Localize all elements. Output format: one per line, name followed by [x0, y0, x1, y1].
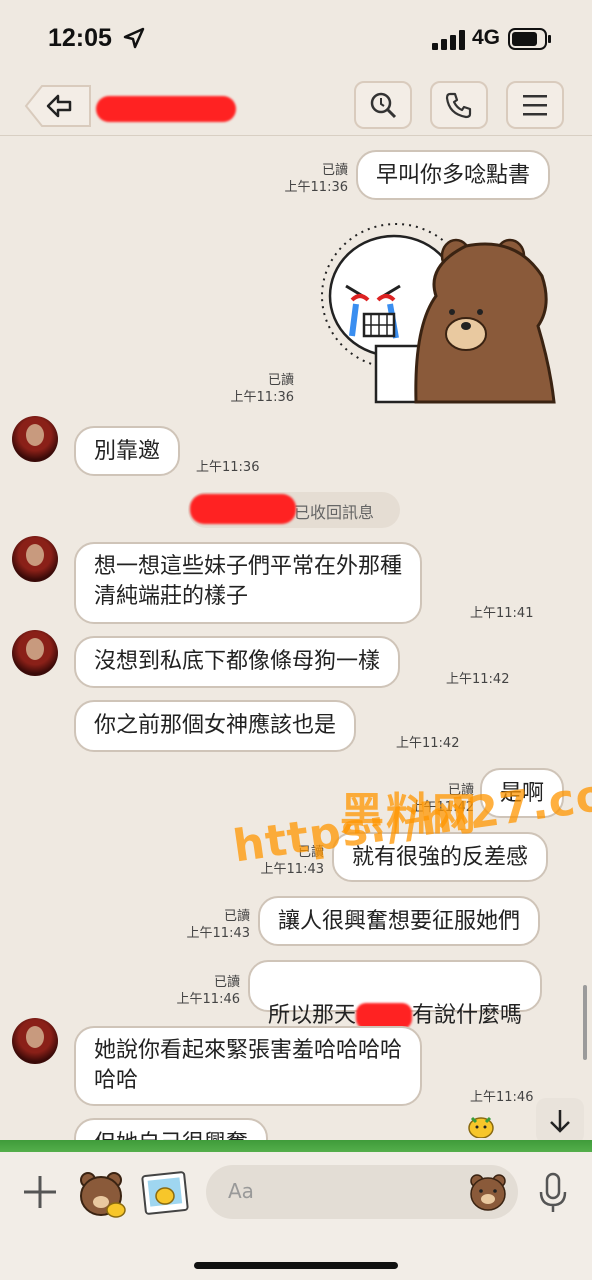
- incoming-message-bubble[interactable]: 你之前那個女神應該也是: [74, 700, 357, 752]
- avatar[interactable]: [12, 1018, 58, 1064]
- emoji-icon[interactable]: [468, 1172, 508, 1212]
- status-bar: 12:05 4G: [0, 0, 592, 76]
- read-receipt: 已讀: [223, 909, 250, 924]
- scrollbar[interactable]: [583, 985, 587, 1060]
- message-meta: 已讀 上午11:43: [172, 908, 250, 942]
- search-icon: [370, 92, 397, 119]
- home-indicator: [194, 1262, 398, 1269]
- outgoing-message-bubble[interactable]: 讓人很興奮想要征服她們: [258, 896, 541, 946]
- scroll-to-bottom-button[interactable]: [536, 1098, 584, 1144]
- back-arrow-icon[interactable]: [24, 82, 94, 130]
- signal-icon: [432, 30, 465, 50]
- incoming-message-bubble[interactable]: 別靠邀: [74, 426, 181, 476]
- avatar[interactable]: [12, 416, 58, 462]
- outgoing-message-bubble[interactable]: 所以那天 有說什麼嗎: [248, 960, 543, 1029]
- incoming-message-bubble[interactable]: 她說你看起來緊張害羞哈哈哈哈 哈哈: [74, 1026, 423, 1106]
- message-text-part: 有說什麼嗎: [412, 1003, 523, 1028]
- redacted-contact-name: [96, 96, 236, 122]
- avatar[interactable]: [12, 536, 58, 582]
- message-time: 上午11:36: [196, 460, 260, 475]
- message-text-part: 所以那天: [268, 1003, 357, 1028]
- message-time: 上午11:36: [230, 390, 294, 405]
- outgoing-message-bubble[interactable]: 早叫你多唸點書: [356, 150, 551, 200]
- message-time: 上午11:36: [284, 180, 348, 195]
- message-time: 上午11:46: [176, 992, 240, 1007]
- call-button[interactable]: [430, 81, 488, 129]
- incoming-message-bubble[interactable]: 沒想到私底下都像條母狗一樣: [74, 636, 401, 688]
- sticker-icon[interactable]: [76, 1168, 128, 1218]
- redacted-name: [190, 494, 296, 524]
- message-time: 上午11:43: [186, 926, 250, 941]
- network-type: 4G: [472, 26, 501, 49]
- read-receipt: 已讀: [267, 373, 294, 388]
- plus-icon[interactable]: [20, 1172, 60, 1212]
- microphone-icon[interactable]: [536, 1172, 570, 1214]
- chat-header: [0, 76, 592, 136]
- hamburger-menu-icon: [523, 95, 547, 116]
- message-time: 上午11:42: [396, 736, 460, 751]
- message-meta: 已讀 上午11:36: [216, 372, 294, 406]
- message-input-bar: Aa: [0, 1152, 592, 1280]
- avatar[interactable]: [12, 630, 58, 676]
- sticker-image[interactable]: [316, 216, 556, 406]
- gallery-icon[interactable]: [140, 1168, 190, 1218]
- message-meta: 已讀 上午11:36: [270, 162, 348, 196]
- arrow-down-icon: [550, 1110, 570, 1133]
- message-meta: 已讀 上午11:46: [162, 974, 240, 1008]
- message-time: 上午11:41: [470, 606, 534, 621]
- read-receipt: 已讀: [321, 163, 348, 178]
- menu-button[interactable]: [506, 81, 564, 129]
- status-time: 12:05: [48, 24, 112, 52]
- chick-sticker-icon: [468, 1116, 494, 1138]
- message-time: 上午11:46: [470, 1090, 534, 1105]
- message-time: 上午11:42: [446, 672, 510, 687]
- battery-icon: [508, 28, 551, 50]
- incoming-message-bubble[interactable]: 想一想這些妹子們平常在外那種 清純端莊的樣子: [74, 542, 423, 624]
- location-arrow-icon: [123, 27, 145, 49]
- read-receipt: 已讀: [213, 975, 240, 990]
- search-button[interactable]: [354, 81, 412, 129]
- phone-icon: [445, 92, 472, 119]
